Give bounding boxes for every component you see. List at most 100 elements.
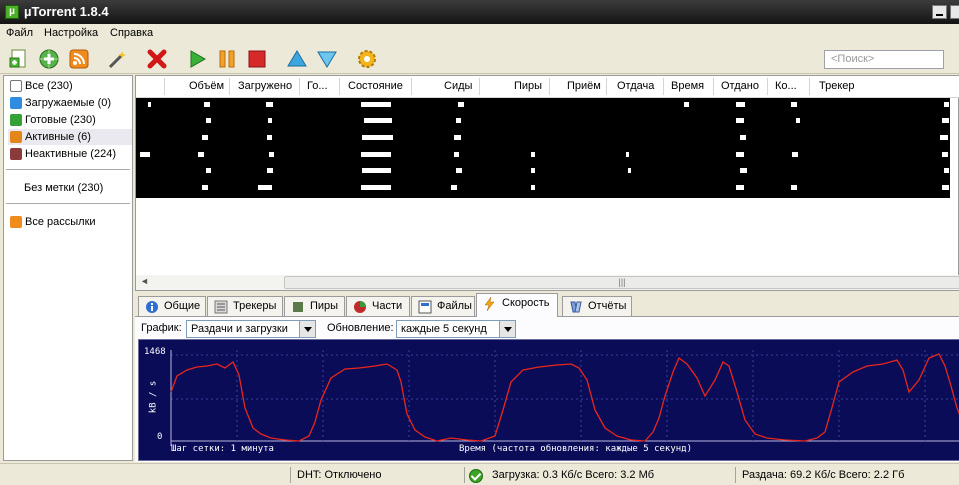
menu-settings[interactable]: Настройка: [44, 27, 98, 39]
sidebar-item-label: Загружаемые (0): [25, 97, 112, 109]
sidebar-item-label: Неактивные (224): [25, 148, 116, 160]
grid-step-label: Шаг сетки: 1 минута: [171, 444, 274, 454]
redacted-mark: [740, 135, 746, 140]
tab-logger[interactable]: Отчёты: [562, 296, 632, 316]
status-bar: DHT: Отключено Загрузка: 0.3 Кб/с Всего:…: [0, 463, 959, 485]
inactive-icon: [10, 148, 22, 160]
graph-select[interactable]: Раздачи и загрузки: [186, 320, 316, 338]
column-peers[interactable]: Пиры: [514, 80, 542, 92]
redacted-mark: [364, 118, 392, 123]
menu-help[interactable]: Справка: [110, 27, 153, 39]
column-done[interactable]: Го...: [307, 80, 328, 92]
column-eta[interactable]: Время: [671, 80, 704, 92]
move-up-button[interactable]: [286, 48, 308, 70]
tab-pieces[interactable]: Части: [346, 296, 410, 316]
sidebar-item-downloading[interactable]: Загружаемые (0): [8, 95, 132, 111]
time-axis-label: Время (частота обновления: каждые 5 секу…: [459, 444, 692, 454]
download-icon: [10, 97, 22, 109]
maximize-button[interactable]: [950, 5, 959, 19]
redacted-mark: [736, 118, 744, 123]
sidebar-item-label: Без метки (230): [24, 182, 104, 194]
stop-icon: [248, 50, 266, 68]
y-unit-label: kB / s: [148, 380, 159, 414]
create-torrent-button[interactable]: [106, 48, 128, 70]
sidebar-item-no-label[interactable]: Без метки (230): [8, 180, 132, 196]
column-ratio[interactable]: Ко...: [775, 80, 797, 92]
redacted-mark: [740, 168, 747, 173]
redacted-mark: [454, 152, 459, 157]
y-min-label: 0: [157, 432, 163, 442]
sidebar-item-all[interactable]: Все (230): [8, 78, 132, 94]
torrent-rows-redacted[interactable]: [136, 98, 950, 198]
update-select[interactable]: каждые 5 секунд: [396, 320, 516, 338]
utorrent-logo-icon: µ: [5, 5, 19, 19]
move-down-button[interactable]: [316, 48, 338, 70]
start-button[interactable]: [186, 48, 208, 70]
remove-button[interactable]: [146, 48, 168, 70]
detail-tabs: Общие Трекеры Пиры Части Файлы Скорость …: [135, 293, 959, 317]
column-up-speed[interactable]: Отдача: [617, 80, 654, 92]
sidebar-item-label: Все (230): [25, 80, 73, 92]
upload-status: Раздача: 69.2 Кб/с Всего: 2.2 Гб: [742, 469, 905, 481]
tab-speed[interactable]: Скорость: [476, 293, 558, 317]
preferences-button[interactable]: [356, 48, 378, 70]
redacted-mark: [362, 135, 393, 140]
sidebar-item-active[interactable]: Активные (6): [8, 129, 132, 145]
menu-bar: Файл Настройка Справка: [0, 24, 959, 44]
download-status: Загрузка: 0.3 Кб/с Всего: 3.2 Мб: [492, 469, 655, 481]
add-url-button[interactable]: [38, 48, 60, 70]
category-sidebar: Все (230) Загружаемые (0) Готовые (230) …: [3, 75, 133, 461]
redacted-mark: [944, 102, 949, 107]
minimize-button[interactable]: [932, 5, 947, 19]
redacted-mark: [736, 152, 744, 157]
redacted-mark: [940, 135, 948, 140]
speed-panel: График: Раздачи и загрузки Обновление: к…: [135, 316, 959, 462]
tab-label: Пиры: [310, 300, 339, 312]
column-header: Объём Загружено Го... Состояние Сиды Пир…: [136, 76, 959, 98]
column-size[interactable]: Объём: [189, 80, 224, 92]
column-down-speed[interactable]: Приём: [567, 80, 601, 92]
sidebar-item-all-feeds[interactable]: Все рассылки: [8, 214, 132, 230]
add-torrent-button[interactable]: [8, 48, 30, 70]
y-max-label: 1468: [144, 347, 166, 357]
scroll-left-arrow-icon[interactable]: ◄: [140, 276, 149, 286]
redacted-mark: [944, 168, 949, 173]
sidebar-item-label: Все рассылки: [25, 216, 96, 228]
horizontal-scrollbar[interactable]: ◄ |||: [136, 275, 959, 290]
sidebar-item-completed[interactable]: Готовые (230): [8, 112, 132, 128]
sidebar-divider: [6, 169, 130, 170]
redacted-mark: [269, 152, 274, 157]
sidebar-item-inactive[interactable]: Неактивные (224): [8, 146, 132, 162]
column-seeds[interactable]: Сиды: [444, 80, 472, 92]
column-uploaded[interactable]: Отдано: [721, 80, 759, 92]
redacted-mark: [791, 185, 797, 190]
redacted-mark: [266, 102, 273, 107]
tab-general[interactable]: Общие: [138, 296, 206, 316]
search-input[interactable]: <Поиск>: [824, 50, 944, 69]
speed-graph: 1468 0 kB / s Шаг сетки: 1 минута Время …: [138, 339, 959, 461]
stop-button[interactable]: [246, 48, 268, 70]
column-status[interactable]: Состояние: [348, 80, 403, 92]
redacted-mark: [458, 102, 464, 107]
redacted-mark: [361, 185, 391, 190]
tab-peers[interactable]: Пиры: [284, 296, 345, 316]
chevron-down-icon[interactable]: [299, 321, 315, 337]
tab-files[interactable]: Файлы: [411, 296, 475, 316]
redacted-mark: [362, 168, 391, 173]
column-tracker[interactable]: Трекер: [819, 80, 855, 92]
title-bar: µ µTorrent 1.8.4: [0, 0, 959, 24]
network-ok-icon[interactable]: [469, 469, 483, 483]
pause-button[interactable]: [216, 48, 238, 70]
column-downloaded[interactable]: Загружено: [238, 80, 292, 92]
chevron-down-icon[interactable]: [499, 321, 515, 337]
redacted-mark: [268, 118, 272, 123]
pause-icon: [219, 50, 235, 68]
rss-button[interactable]: [68, 48, 90, 70]
scrollbar-thumb[interactable]: |||: [284, 276, 959, 289]
remove-x-icon: [147, 49, 167, 69]
torrent-list: Объём Загружено Го... Состояние Сиды Пир…: [135, 75, 959, 291]
redacted-mark: [267, 135, 272, 140]
redacted-mark: [451, 185, 457, 190]
menu-file[interactable]: Файл: [6, 27, 33, 39]
tab-trackers[interactable]: Трекеры: [207, 296, 283, 316]
